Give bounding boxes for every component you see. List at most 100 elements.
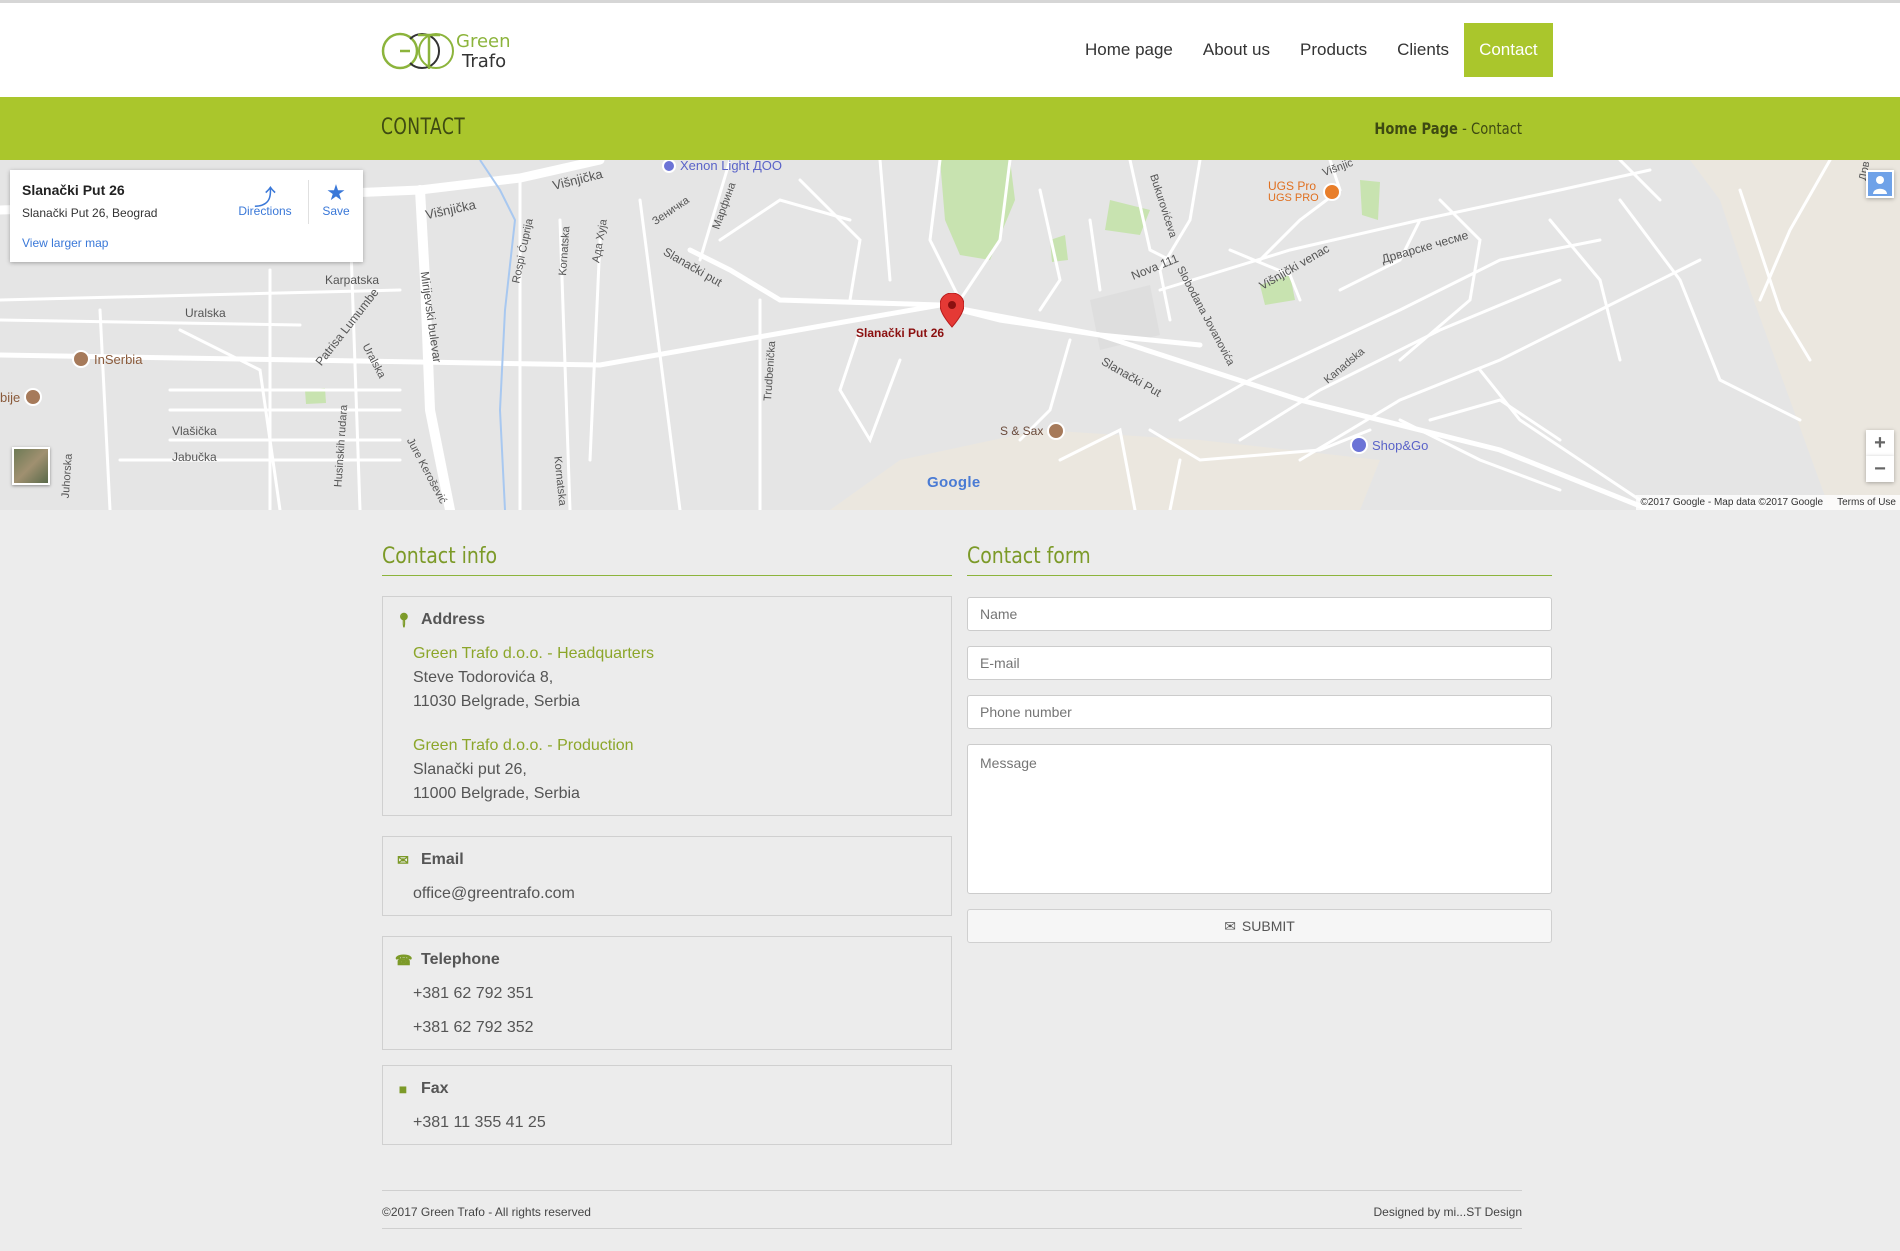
star-icon: ★ <box>326 180 346 205</box>
save-button[interactable]: ★ Save <box>316 180 356 218</box>
email-value[interactable]: office@greentrafo.com <box>413 885 575 903</box>
info-card-title: Slanački Put 26 <box>22 182 125 198</box>
fax-heading-label: Fax <box>421 1080 449 1097</box>
poi-label: InSerbia <box>94 351 143 367</box>
submit-label: SUBMIT <box>1241 918 1295 934</box>
google-logo: Google <box>927 474 981 491</box>
email-box: ✉ Email office@greentrafo.com <box>382 836 952 916</box>
google-map[interactable]: Višnjička Višnjička Karpatska Uralska Pa… <box>0 160 1900 510</box>
breadcrumb: Home Page - Contact <box>1374 119 1522 138</box>
street-label: Karpatska <box>325 273 380 287</box>
nav-clients[interactable]: Clients <box>1382 23 1464 77</box>
production-name: Green Trafo d.o.o. - Production <box>413 737 634 754</box>
logo-word-trafo: Trafo <box>462 51 507 72</box>
poi-label: Shop&Go <box>1372 437 1429 453</box>
street-view-button[interactable] <box>1866 170 1894 198</box>
envelope-icon: ✉ <box>1224 917 1236 934</box>
logo-word-green: Green <box>456 31 511 52</box>
production-street: Slanački put 26, <box>413 761 527 778</box>
page-title: CONTACT <box>381 115 466 140</box>
poi-xenon-light[interactable]: Xenon Light ДОО <box>662 160 782 173</box>
directions-label: Directions <box>238 204 292 218</box>
fax-icon: ■ <box>398 1081 408 1097</box>
contact-form-title: Contact form <box>967 544 1091 569</box>
telephone-heading: ☎ Telephone <box>395 951 500 969</box>
poi-label-group: UGS Pro UGS PRO <box>1268 180 1319 204</box>
nav-about-us[interactable]: About us <box>1188 23 1285 77</box>
map-marker-icon: 📍︎ <box>395 611 413 628</box>
message-textarea[interactable] <box>967 744 1552 894</box>
info-card-divider <box>308 180 309 224</box>
page-title-bar: CONTACT Home Page - Contact <box>0 97 1900 160</box>
production-city: 11000 Belgrade, Serbia <box>413 785 580 802</box>
name-input[interactable] <box>967 597 1552 631</box>
poi-marker-icon <box>72 350 90 368</box>
street-label: Uralska <box>185 306 226 320</box>
zoom-out-button[interactable]: − <box>1866 456 1894 482</box>
email-heading: ✉ Email <box>395 851 464 869</box>
terms-of-use-link[interactable]: Terms of Use <box>1837 497 1896 508</box>
gt-logo-icon <box>381 32 454 70</box>
address-heading-label: Address <box>421 611 486 628</box>
map-copyright-bar: ©2017 Google - Map data ©2017 Google Ter… <box>1636 495 1900 510</box>
zoom-in-button[interactable]: + <box>1866 430 1894 456</box>
poi-label: Xenon Light ДОО <box>680 160 783 173</box>
poi-shop-and-go[interactable]: Shop&Go <box>1350 436 1428 454</box>
satellite-toggle[interactable] <box>12 447 50 485</box>
street-label: Vlašička <box>172 424 217 438</box>
footer-bottom-divider <box>382 1228 1522 1229</box>
breadcrumb-separator: - <box>1457 119 1471 138</box>
hq-name: Green Trafo d.o.o. - Headquarters <box>413 645 655 662</box>
email-input[interactable] <box>967 646 1552 680</box>
envelope-icon: ✉ <box>397 851 409 868</box>
submit-button[interactable]: ✉ SUBMIT <box>967 909 1552 943</box>
fax-box: ■ Fax +381 11 355 41 25 <box>382 1065 952 1145</box>
street-label: Jabučka <box>172 450 217 464</box>
hq-city: 11030 Belgrade, Serbia <box>413 693 580 710</box>
phone-input[interactable] <box>967 695 1552 729</box>
poi-s-and-sax[interactable]: S & Sax <box>1000 422 1066 440</box>
green-trafo-logo[interactable]: Green Trafo <box>380 27 520 75</box>
view-larger-map-link[interactable]: View larger map <box>22 236 108 250</box>
nav-products[interactable]: Products <box>1285 23 1382 77</box>
pin-label: Slanački Put 26 <box>856 326 945 340</box>
shopping-cart-icon <box>1350 436 1368 454</box>
poi-ugs-pro[interactable]: UGS Pro UGS PRO <box>1268 180 1341 204</box>
footer-top-divider <box>382 1190 1522 1191</box>
fax-heading: ■ Fax <box>395 1080 449 1098</box>
map-copyright: ©2017 Google - Map data ©2017 Google <box>1640 497 1824 508</box>
breadcrumb-home[interactable]: Home Page <box>1374 119 1458 138</box>
telephone-value-1[interactable]: +381 62 792 351 <box>413 985 534 1003</box>
poi-marker-icon <box>662 160 676 173</box>
info-card-address: Slanački Put 26, Beograd <box>22 206 158 220</box>
poi-bije[interactable]: bije <box>0 388 43 406</box>
footer-copyright: ©2017 Green Trafo - All rights reserved <box>382 1205 591 1219</box>
address-box: 📍︎ Address Green Trafo d.o.o. - Headquar… <box>382 596 952 816</box>
contact-info-underline <box>382 575 952 576</box>
map-info-card: Slanački Put 26 Slanački Put 26, Beograd… <box>10 170 363 262</box>
poi-label: UGS Pro <box>1268 179 1317 193</box>
poi-inserbia[interactable]: InSerbia <box>72 350 142 368</box>
contact-info-title: Contact info <box>382 544 498 569</box>
telephone-heading-label: Telephone <box>421 951 500 968</box>
poi-sublabel: UGS PRO <box>1268 192 1319 204</box>
telephone-box: ☎ Telephone +381 62 792 351 +381 62 792 … <box>382 936 952 1050</box>
restaurant-icon <box>1322 183 1341 201</box>
nav-contact[interactable]: Contact <box>1464 23 1553 77</box>
footer-designer-credit[interactable]: Designed by mi...ST Design <box>1373 1205 1522 1219</box>
mail-icon <box>24 388 43 406</box>
nav-home[interactable]: Home page <box>1070 23 1188 77</box>
pegman-icon <box>1868 172 1892 196</box>
hq-street: Steve Todorovića 8, <box>413 669 554 686</box>
address-heading: 📍︎ Address <box>395 611 485 629</box>
poi-label: S & Sax <box>1000 424 1044 438</box>
contact-form-underline <box>967 575 1552 576</box>
poi-marker-icon <box>1047 422 1066 440</box>
save-label: Save <box>322 204 350 218</box>
telephone-value-2[interactable]: +381 62 792 352 <box>413 1019 534 1037</box>
fax-value: +381 11 355 41 25 <box>413 1114 546 1131</box>
directions-button[interactable]: ⤴ Directions <box>235 180 295 218</box>
phone-icon: ☎ <box>395 951 413 968</box>
site-header: Green Trafo Home page About us Products … <box>0 3 1900 97</box>
email-heading-label: Email <box>421 851 464 868</box>
